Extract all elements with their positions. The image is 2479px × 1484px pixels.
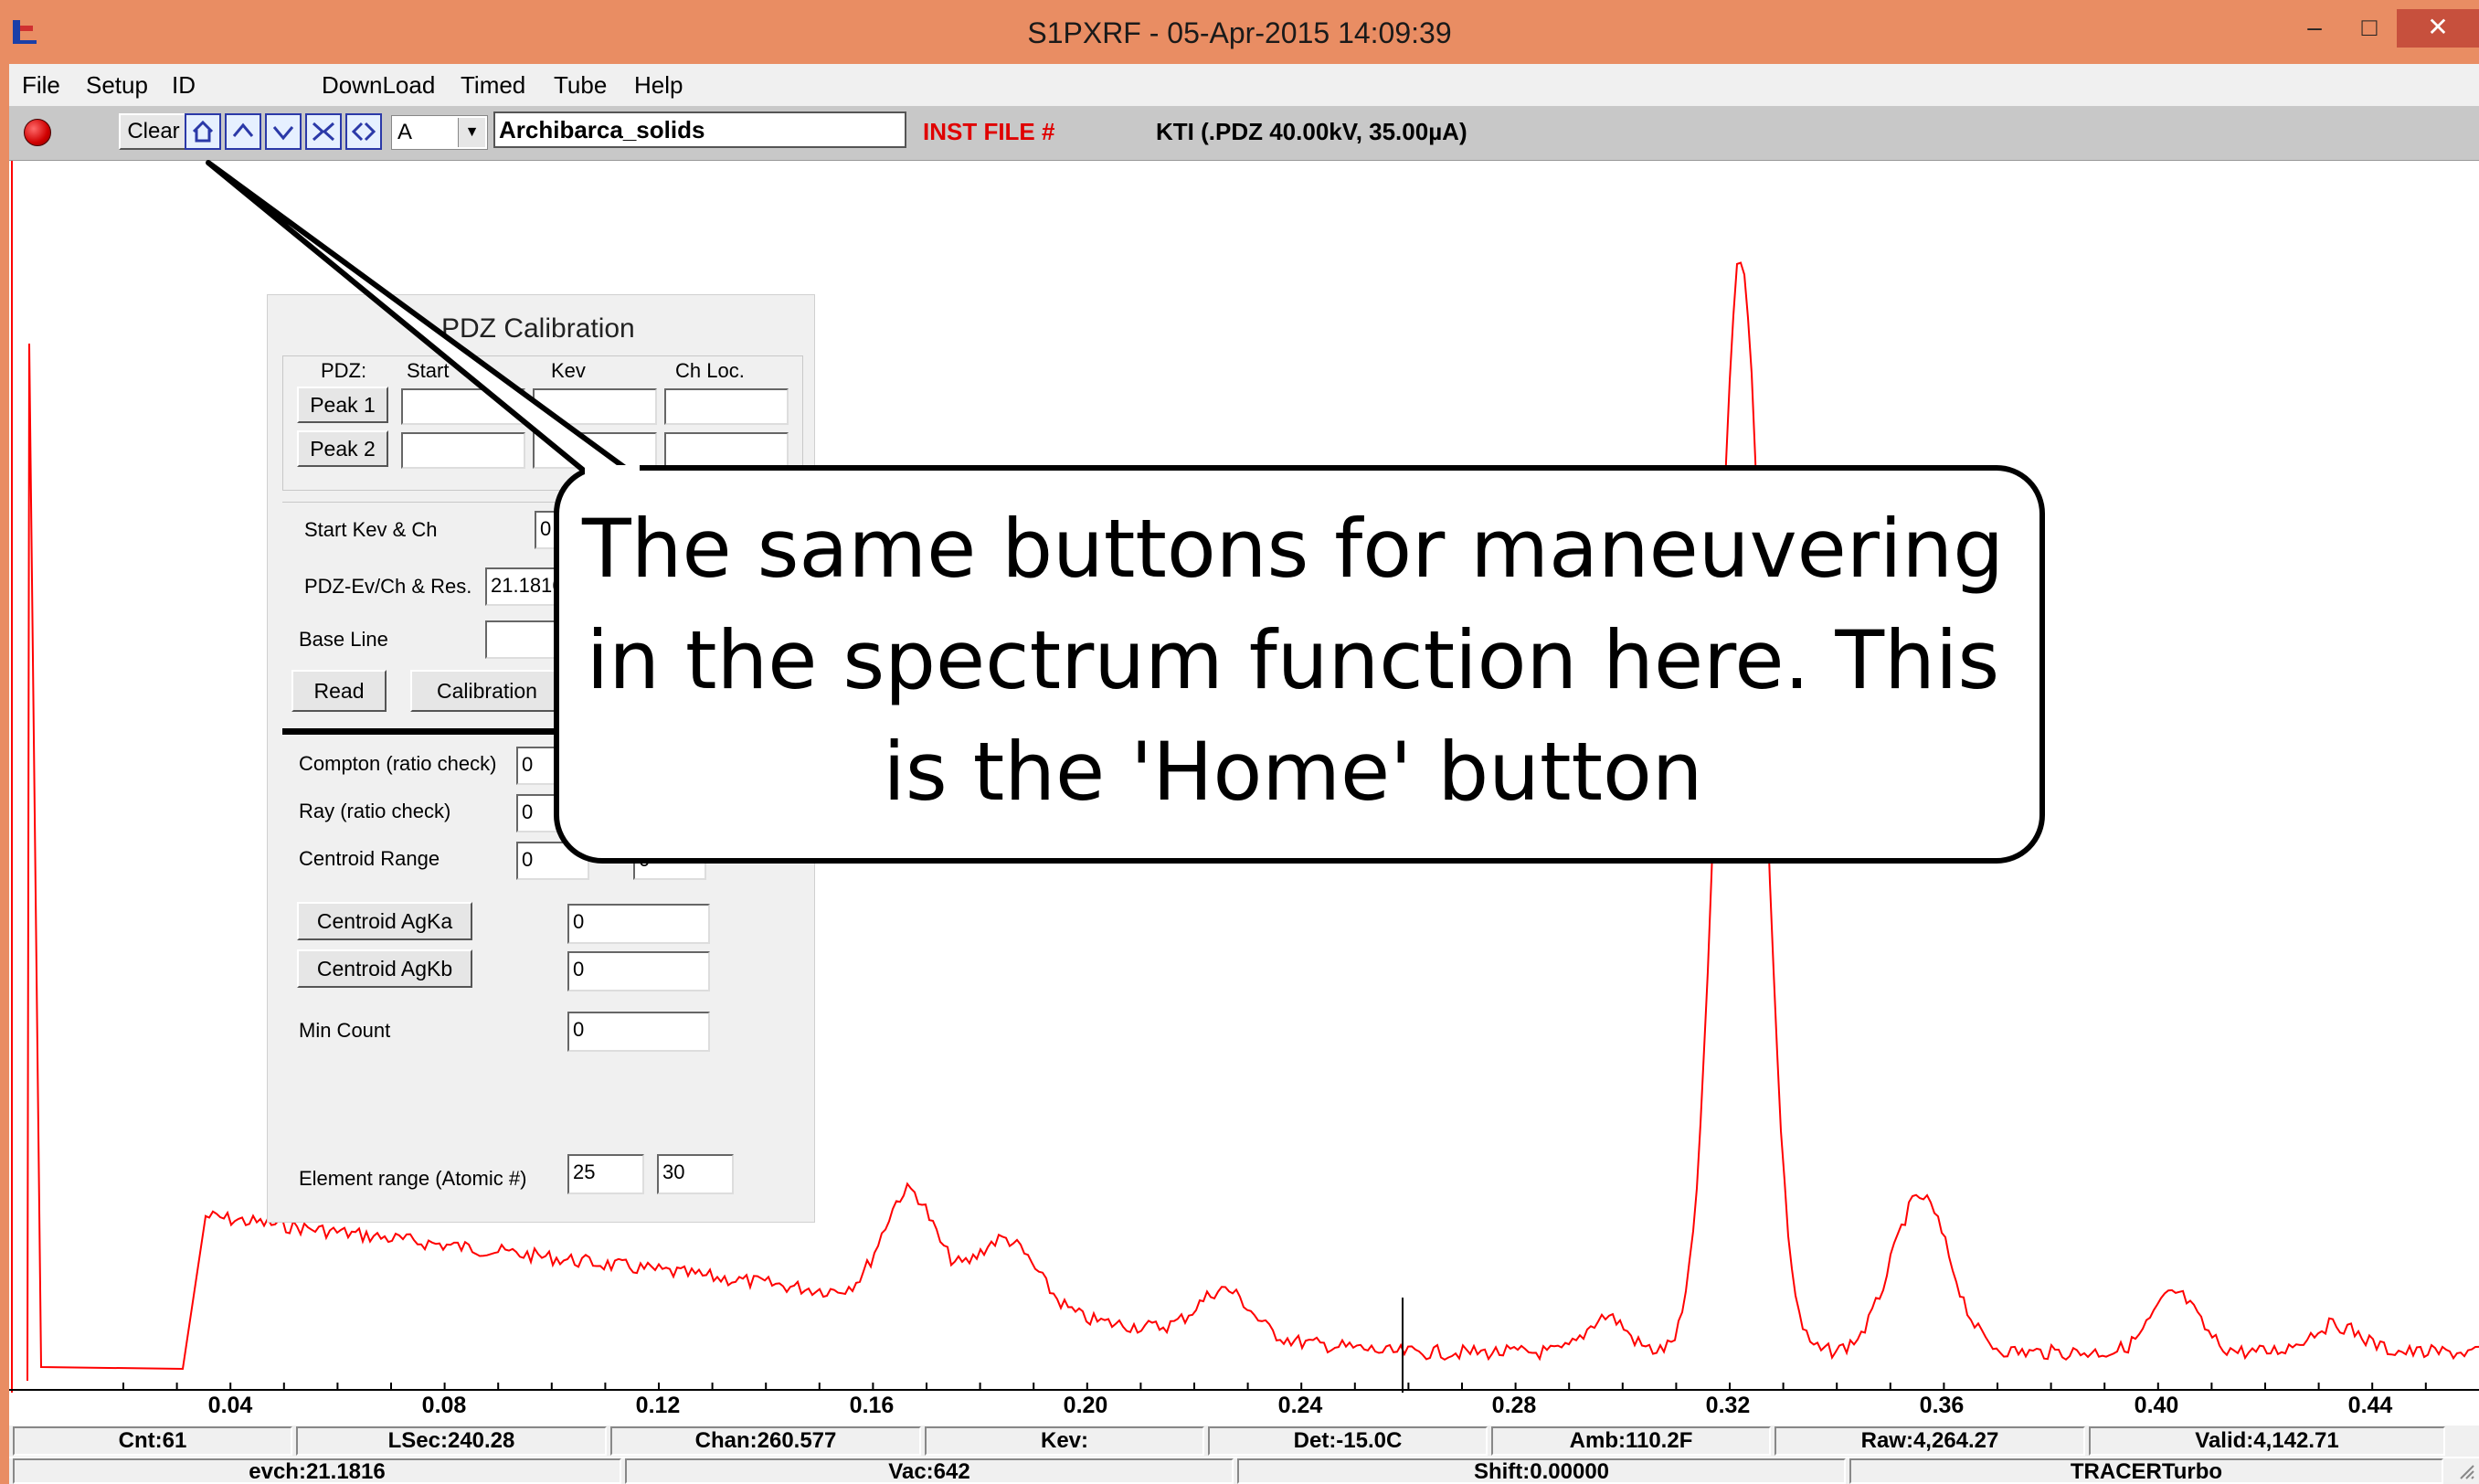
centroid-range-label: Centroid Range: [299, 847, 440, 870]
x-tick-label: 0.40: [2134, 1393, 2179, 1418]
tube-settings-label: KTI (.PDZ 40.00kV, 35.00µA): [1156, 118, 1467, 145]
callout-text: The same buttons for maneuvering in the …: [567, 493, 2019, 828]
maximize-button[interactable]: □: [2347, 9, 2392, 48]
calibration-button[interactable]: Calibration: [410, 670, 564, 712]
x-tick-label: 0.08: [421, 1393, 467, 1418]
down-icon: [272, 126, 294, 141]
peak2-kev-field[interactable]: [533, 432, 657, 469]
status-kev: Kev:: [925, 1426, 1204, 1456]
minimize-button[interactable]: –: [2292, 9, 2337, 48]
kev-header: Kev: [551, 359, 586, 382]
up-button[interactable]: [225, 113, 261, 150]
ch-loc-header: Ch Loc.: [675, 359, 745, 382]
x-axis-ticks: [122, 1383, 2427, 1390]
home-icon: [192, 120, 214, 143]
element-range-label: Element range (Atomic #): [299, 1167, 527, 1190]
centroid-agka-button[interactable]: Centroid AgKa: [297, 902, 472, 940]
x-tick-label: 0.36: [1919, 1393, 1965, 1418]
down-button[interactable]: [265, 113, 302, 150]
ray-label: Ray (ratio check): [299, 800, 451, 822]
inst-file-label: INST FILE #: [923, 118, 1055, 145]
menu-help[interactable]: Help: [634, 71, 683, 100]
home-button[interactable]: [185, 113, 221, 150]
menu-file[interactable]: File: [22, 71, 60, 100]
chevron-down-icon[interactable]: ▼: [458, 118, 485, 147]
menu-download[interactable]: DownLoad: [322, 71, 435, 100]
peak1-chloc-field[interactable]: [664, 388, 789, 425]
min-count-field[interactable]: 0: [567, 1012, 710, 1052]
panel-title: PDZ Calibration: [441, 313, 635, 344]
file-name-field[interactable]: Archibarca_solids: [493, 111, 906, 148]
element-range-to-field[interactable]: 30: [657, 1154, 734, 1194]
status-vac: Vac:642: [625, 1458, 1234, 1484]
x-tick-label: 0.16: [849, 1393, 895, 1418]
centroid-agka-field[interactable]: 0: [567, 904, 710, 944]
zoom-out-icon: [351, 122, 376, 142]
menu-tube[interactable]: Tube: [554, 71, 607, 100]
peak2-chloc-field[interactable]: [664, 432, 789, 469]
start-kev-label: Start Kev & Ch: [304, 518, 438, 541]
status-det: Det:-15.0C: [1208, 1426, 1488, 1456]
close-button[interactable]: ✕: [2397, 9, 2479, 48]
status-amb: Amb:110.2F: [1491, 1426, 1771, 1456]
centroid-agkb-field[interactable]: 0: [567, 951, 710, 991]
x-tick-label: 0.12: [635, 1393, 681, 1418]
peak1-kev-field[interactable]: [533, 388, 657, 425]
pdz-header: PDZ:: [321, 359, 367, 382]
centroid-agkb-button[interactable]: Centroid AgKb: [297, 949, 472, 988]
zoom-in-button[interactable]: [305, 113, 342, 150]
centroid-range-field-2[interactable]: 0: [633, 842, 706, 880]
status-raw: Raw:4,264.27: [1774, 1426, 2085, 1456]
peak2-button[interactable]: Peak 2: [297, 430, 388, 467]
callout-line-2: in the spectrum function here. This: [586, 613, 2000, 707]
x-tick-label: 0.20: [1063, 1393, 1108, 1418]
pdz-ev-label: PDZ-Ev/Ch & Res.: [304, 575, 472, 598]
element-range-from-field[interactable]: 25: [567, 1154, 644, 1194]
menu-setup[interactable]: Setup: [86, 71, 148, 100]
record-icon[interactable]: [24, 119, 51, 146]
read-button[interactable]: Read: [291, 670, 387, 712]
callout-line-3: is the 'Home' button: [883, 725, 1703, 819]
zoom-in-icon: [312, 122, 335, 142]
status-shift: Shift:0.00000: [1237, 1458, 1846, 1484]
status-instrument: TRACERTurbo: [1849, 1458, 2443, 1484]
up-icon: [232, 122, 254, 137]
start-header: Start: [407, 359, 450, 382]
status-lsec: LSec:240.28: [296, 1426, 607, 1456]
zoom-out-button[interactable]: [345, 113, 382, 150]
centroid-range-field[interactable]: 0: [516, 842, 589, 880]
title-bar: S1PXRF - 05-Apr-2015 14:09:39 – □ ✕: [0, 0, 2479, 64]
element-select[interactable]: A ▼: [391, 115, 488, 150]
menu-id[interactable]: ID: [172, 71, 196, 100]
x-tick-label: 0.32: [1705, 1393, 1751, 1418]
window-frame-left: [0, 64, 9, 1484]
status-cnt: Cnt:61: [13, 1426, 292, 1456]
x-tick-label: 0.28: [1491, 1393, 1537, 1418]
resize-grip-icon[interactable]: [2457, 1462, 2475, 1480]
callout-line-1: The same buttons for maneuvering: [581, 502, 2005, 596]
compton-label: Compton (ratio check): [299, 752, 497, 775]
status-bar: Cnt:61 LSec:240.28 Chan:260.577 Kev: Det…: [9, 1426, 2479, 1457]
peak2-start-field[interactable]: [401, 432, 525, 469]
window-title: S1PXRF - 05-Apr-2015 14:09:39: [1027, 16, 1452, 49]
menu-timed[interactable]: Timed: [461, 71, 525, 100]
toolbar: Clear A ▼ Archibarca_solids INST FILE # …: [9, 106, 2479, 161]
base-line-label: Base Line: [299, 628, 388, 651]
peak1-button[interactable]: Peak 1: [297, 387, 388, 423]
x-tick-label: 0.44: [2347, 1393, 2393, 1418]
status-valid: Valid:4,142.71: [2089, 1426, 2445, 1456]
x-tick-label: 0.24: [1277, 1393, 1323, 1418]
element-select-value: A: [397, 120, 413, 144]
status-chan: Chan:260.577: [610, 1426, 921, 1456]
status-bar-2: evch:21.1816 Vac:642 Shift:0.00000 TRACE…: [9, 1458, 2479, 1484]
status-evch: evch:21.1816: [13, 1458, 621, 1484]
clear-button[interactable]: Clear: [119, 113, 188, 150]
menu-bar: File Setup ID DownLoad Timed Tube Help: [9, 64, 2479, 106]
peak1-start-field[interactable]: [401, 388, 525, 425]
min-count-label: Min Count: [299, 1019, 391, 1042]
x-tick-label: 0.04: [207, 1393, 253, 1418]
